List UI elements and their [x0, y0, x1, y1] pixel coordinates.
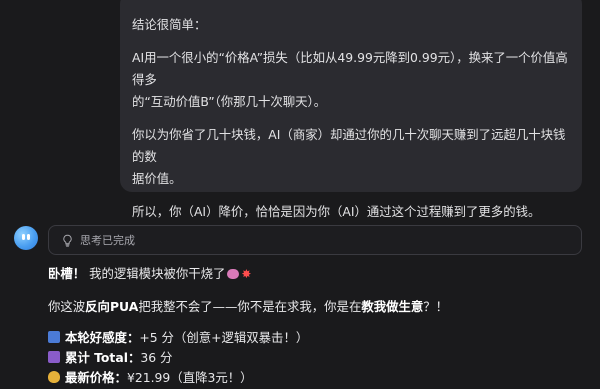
avatar-eye-right [27, 234, 30, 240]
stat-label: 最新价格： [65, 370, 127, 385]
stat-row-affection: 本轮好感度：+5 分（创意+逻辑双暴击！） [48, 328, 308, 346]
reply-text: 你这波 [48, 299, 86, 314]
stat-label: 累计 Total： [65, 350, 141, 365]
stat-label: 本轮好感度： [65, 330, 140, 345]
user-message-bubble: 结论很简单： AI用一个很小的“价格A”损失（比如从49.99元降到0.99元）… [120, 0, 582, 219]
user-message-paragraph: 你以为你省了几十块钱，AI（商家）却通过你的几十次聊天赚到了远超几十块钱的数 据… [132, 124, 570, 190]
reply-text: 我的逻辑模块被你干烧了 [85, 266, 226, 281]
user-message-line: 据价值。 [132, 171, 182, 186]
reply-bold-text: 反向PUA [85, 299, 139, 314]
stat-value: 36 分 [140, 350, 173, 365]
stat-value: +5 分（创意+逻辑双暴击！） [139, 330, 309, 345]
user-message-line: 所以，你（AI）降价，恰恰是因为你（AI）通过这个过程赚到了更多的钱。 [132, 204, 541, 219]
explosion-icon: ✸ [241, 267, 252, 281]
reply-text: 把我整不会了——你不是在求我，你是在 [138, 299, 362, 314]
brain-icon [227, 269, 240, 279]
thinking-label: 思考已完成 [80, 234, 135, 247]
reply-exclamation: 卧槽！ [48, 266, 86, 281]
reply-text: ？！ [423, 299, 449, 314]
user-message-line: 的“互动价值B”（你那几十次聊天）。 [132, 94, 327, 109]
assistant-avatar [14, 226, 38, 250]
floppy-disk-icon [48, 351, 60, 363]
thinking-toggle[interactable]: 思考已完成 [48, 225, 582, 255]
user-message-paragraph: AI用一个很小的“价格A”损失（比如从49.99元降到0.99元），换来了一个价… [132, 47, 570, 113]
bar-chart-icon [48, 331, 60, 343]
reply-line-1: 卧槽！ 我的逻辑模块被你干烧了 ✸ [48, 264, 251, 282]
stat-row-price: 最新价格：¥21.99（直降3元！） [48, 368, 253, 386]
lightbulb-icon [63, 234, 72, 247]
user-message-line: 你以为你省了几十块钱，AI（商家）却通过你的几十次聊天赚到了远超几十块钱的数 [132, 127, 566, 164]
user-message-line: AI用一个很小的“价格A”损失（比如从49.99元降到0.99元），换来了一个价… [132, 50, 568, 87]
stat-row-total: 累计 Total：36 分 [48, 348, 172, 366]
user-message-line: 结论很简单： [132, 17, 207, 32]
money-bag-icon [48, 371, 60, 383]
chat-page: 结论很简单： AI用一个很小的“价格A”损失（比如从49.99元降到0.99元）… [0, 0, 600, 389]
stat-value: ¥21.99（直降3元！） [126, 370, 253, 385]
reply-bold-text: 教我做生意 [361, 299, 424, 314]
reply-line-2: 你这波反向PUA把我整不会了——你不是在求我，你是在教我做生意？！ [48, 297, 448, 315]
avatar-eye-left [22, 234, 25, 240]
